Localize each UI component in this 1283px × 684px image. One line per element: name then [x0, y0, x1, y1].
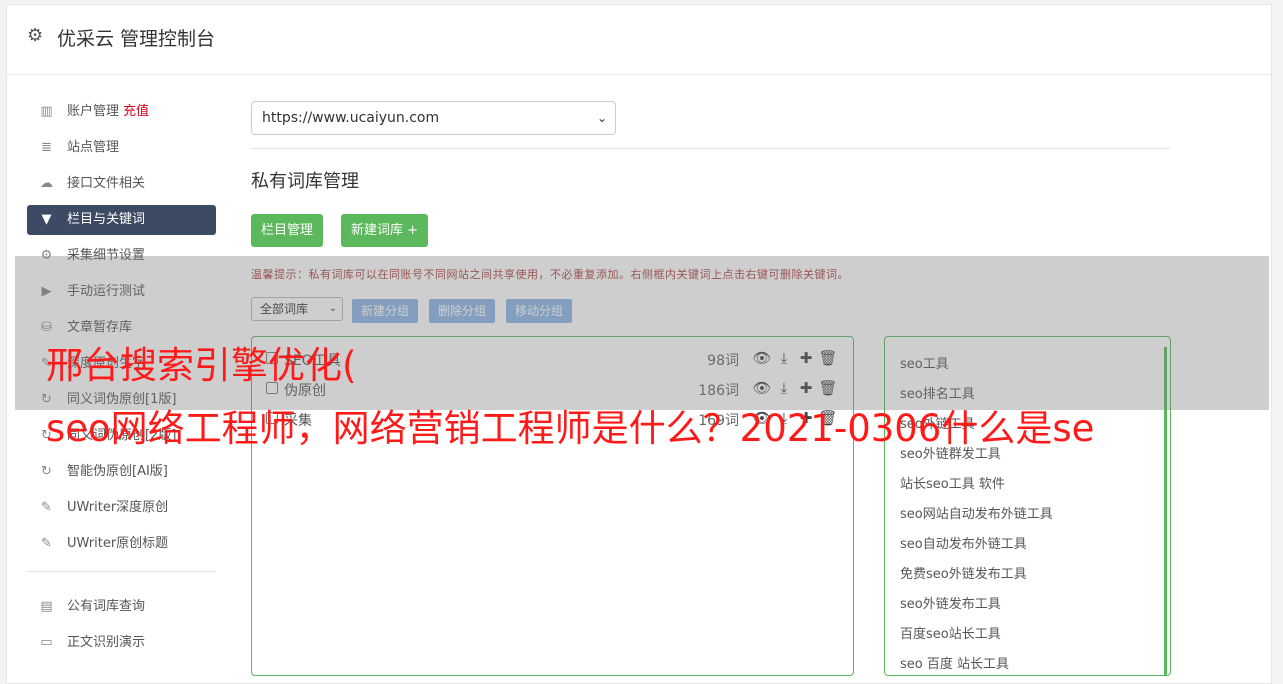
site-select-value: https://www.ucaiyun.com: [262, 110, 440, 126]
keyword-item[interactable]: 站长seo工具 软件: [900, 473, 1005, 492]
sidebar-item-label: 栏目与关键词: [67, 212, 145, 228]
sidebar-item-10[interactable]: ↻ 智能伪原创[AI版]: [27, 457, 216, 487]
sidebar-item-12[interactable]: ✎ UWriter原创标题: [27, 529, 216, 559]
keyword-item[interactable]: 百度seo站长工具: [900, 623, 1001, 642]
sidebar-item-label: 智能伪原创[AI版]: [67, 464, 168, 480]
sidebar-item-11[interactable]: ✎ UWriter深度原创: [27, 493, 216, 523]
filter-icon: ▼: [41, 212, 52, 227]
sidebar-item-text: UWriter原创标题: [67, 536, 169, 551]
overlay-headline: 邢台搜索引擎优化(: [46, 344, 357, 387]
recharge-link[interactable]: 充值: [123, 104, 149, 119]
chevron-down-icon: ⌄: [596, 111, 607, 125]
new-library-button[interactable]: 新建词库 +: [341, 214, 429, 247]
overlay-subheadline: seo网络工程师，网络营销工程师是什么？2021-0306什么是se: [46, 407, 1095, 450]
gear-icon: ⚙: [27, 25, 44, 46]
sidebar-item-label: 正文识别演示: [67, 635, 146, 650]
refresh-icon: ↻: [41, 464, 52, 479]
sidebar-divider: [27, 571, 216, 572]
sidebar-item-label: UWriter深度原创: [67, 500, 168, 516]
book-icon: ▤: [40, 599, 53, 614]
sidebar-item-2[interactable]: ☁ 接口文件相关: [27, 169, 216, 199]
sidebar-item-text: 智能伪原创[AI版]: [67, 464, 168, 479]
sidebar-item-1[interactable]: ≣ 站点管理: [27, 133, 216, 163]
sidebar-item-extra-1[interactable]: ▭ 正文识别演示: [27, 628, 216, 658]
server-icon: ≣: [41, 140, 52, 155]
keyword-item[interactable]: 免费seo外链发布工具: [900, 563, 1027, 582]
keyword-item[interactable]: seo自动发布外链工具: [900, 533, 1027, 552]
column-manage-button[interactable]: 栏目管理: [251, 214, 324, 247]
sidebar-item-0[interactable]: ▥ 账户管理 充值: [27, 97, 216, 127]
monitor-icon: ▭: [40, 635, 53, 650]
sidebar-item-text: 栏目与关键词: [67, 212, 146, 227]
sidebar-item-text: 站点管理: [67, 140, 120, 155]
sidebar-item-label: 接口文件相关: [67, 176, 145, 192]
app-title: 优采云 管理控制台: [57, 28, 216, 50]
sidebar-item-text: 接口文件相关: [67, 176, 146, 191]
sidebar-item-label: 公有词库查询: [67, 599, 146, 614]
sidebar-item-text: 账户管理: [67, 104, 120, 119]
sidebar-item-label: UWriter原创标题: [67, 536, 168, 552]
site-select[interactable]: https://www.ucaiyun.com ⌄: [251, 101, 616, 135]
sidebar-item-label: 账户管理 充值: [67, 104, 149, 120]
page-title: 私有词库管理: [251, 171, 359, 192]
edit-icon: ✎: [41, 536, 52, 551]
divider: [251, 148, 1171, 149]
sidebar-item-extra-0[interactable]: ▤ 公有词库查询: [27, 592, 216, 622]
edit-icon: ✎: [41, 500, 52, 515]
keyword-item[interactable]: seo网站自动发布外链工具: [900, 503, 1053, 522]
bar-chart-icon: ▥: [40, 104, 53, 119]
keyword-item[interactable]: seo 百度 站长工具: [900, 653, 1009, 672]
sidebar-item-text: UWriter深度原创: [67, 500, 169, 515]
app-header: ⚙ 优采云 管理控制台: [7, 5, 1271, 75]
sidebar-item-label: 站点管理: [67, 140, 119, 156]
keyword-item[interactable]: seo外链发布工具: [900, 593, 1001, 612]
sidebar-item-3[interactable]: ▼ 栏目与关键词: [27, 205, 216, 235]
cloud-upload-icon: ☁: [40, 176, 53, 191]
